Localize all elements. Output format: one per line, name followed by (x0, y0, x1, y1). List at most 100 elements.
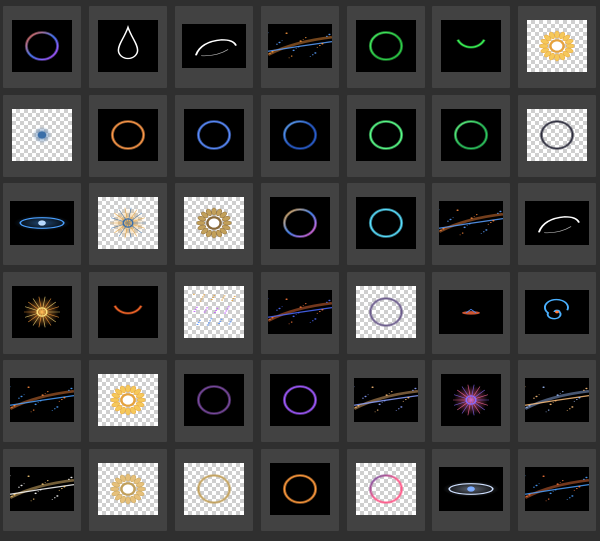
art-drop (117, 25, 139, 60)
thumbnail-cell[interactable] (347, 272, 425, 354)
thumbnail-cell[interactable] (518, 272, 596, 354)
art-flower (196, 207, 232, 239)
thumbnail-image (439, 467, 503, 511)
thumbnail-cell[interactable] (518, 6, 596, 88)
thumbnail-cell[interactable] (347, 95, 425, 177)
thumbnail-cell[interactable] (3, 272, 81, 354)
thumbnail-grid (0, 0, 600, 541)
art-orb (32, 126, 52, 144)
thumbnail-cell[interactable] (89, 272, 167, 354)
art-eye (13, 215, 71, 231)
thumbnail-cell[interactable] (518, 360, 596, 442)
thumbnail-cell[interactable] (432, 449, 510, 531)
thumbnail-image (525, 467, 589, 511)
thumbnail-cell[interactable] (3, 360, 81, 442)
art-flower (539, 30, 575, 62)
thumbnail-cell[interactable] (432, 272, 510, 354)
thumbnail-image (525, 378, 589, 422)
streak-effect-icon (525, 475, 589, 502)
thumbnail-image (98, 20, 158, 72)
thumbnail-cell[interactable] (261, 183, 339, 265)
spiral-effect-icon (543, 298, 569, 320)
thumbnail-image (356, 463, 416, 515)
thumbnail-image (441, 374, 501, 426)
thumbnail-cell[interactable] (432, 6, 510, 88)
thumbnail-cell[interactable] (347, 6, 425, 88)
ring-effect-icon (368, 31, 404, 61)
art-ring (368, 297, 404, 327)
thumbnail-cell[interactable] (175, 6, 253, 88)
thumbnail-cell[interactable] (3, 449, 81, 531)
eye-effect-icon (13, 215, 71, 231)
art-ring (539, 120, 575, 150)
ring-effect-icon (282, 474, 318, 504)
art-streak (268, 298, 332, 325)
art-ring (368, 120, 404, 150)
thumbnail-cell[interactable] (3, 183, 81, 265)
thumbnail-cell[interactable] (261, 95, 339, 177)
eye-effect-icon (442, 481, 500, 497)
thumbnail-cell[interactable] (518, 449, 596, 531)
art-streak (10, 386, 74, 413)
art-ring (282, 208, 318, 238)
art-eye (442, 481, 500, 497)
thumbnail-cell[interactable] (518, 183, 596, 265)
thumbnail-cell[interactable] (261, 360, 339, 442)
thumbnail-cell[interactable] (175, 183, 253, 265)
thumbnail-cell[interactable] (89, 6, 167, 88)
art-arc (113, 305, 143, 315)
thumbnail-cell[interactable] (175, 272, 253, 354)
thumbnail-image (356, 109, 416, 161)
art-ring (196, 474, 232, 504)
thumbnail-image (10, 467, 74, 511)
thumbnail-cell[interactable] (175, 360, 253, 442)
ring-effect-icon (196, 474, 232, 504)
thumbnail-cell[interactable] (432, 183, 510, 265)
art-ring (368, 208, 404, 238)
thumbnail-cell[interactable] (175, 449, 253, 531)
thumbnail-image (98, 197, 158, 249)
art-ring (196, 120, 232, 150)
thumbnail-image (268, 24, 332, 68)
thumbnail-cell[interactable] (347, 449, 425, 531)
thumbnail-image (182, 24, 246, 68)
thumbnail-cell[interactable] (432, 360, 510, 442)
burst-effect-icon (453, 384, 489, 416)
thumbnail-image (525, 290, 589, 334)
art-ring (110, 120, 146, 150)
ring-effect-icon (282, 208, 318, 238)
thumbnail-cell[interactable] (175, 95, 253, 177)
thumbnail-cell[interactable] (89, 183, 167, 265)
streak-effect-icon (10, 386, 74, 413)
flower-effect-icon (196, 207, 232, 239)
thumbnail-cell[interactable] (3, 95, 81, 177)
thumbnail-cell[interactable] (89, 360, 167, 442)
art-spark (462, 308, 480, 315)
ring-effect-icon (368, 297, 404, 327)
thumbnail-cell[interactable] (347, 360, 425, 442)
thumbnail-image (356, 286, 416, 338)
art-burst (24, 296, 60, 328)
confetti-effect-icon (193, 293, 236, 326)
thumbnail-image (441, 20, 501, 72)
thumbnail-cell[interactable] (89, 95, 167, 177)
thumbnail-cell[interactable] (261, 6, 339, 88)
thumbnail-image (12, 20, 72, 72)
art-streak (525, 386, 589, 413)
thumbnail-image (98, 109, 158, 161)
thumbnail-cell[interactable] (518, 95, 596, 177)
thumbnail-image (356, 197, 416, 249)
thumbnail-cell[interactable] (89, 449, 167, 531)
thumbnail-cell[interactable] (261, 449, 339, 531)
art-streak (439, 209, 503, 236)
swoosh-effect-icon (538, 216, 580, 234)
art-streak (525, 475, 589, 502)
thumbnail-cell[interactable] (432, 95, 510, 177)
thumbnail-cell[interactable] (261, 272, 339, 354)
thumbnail-image (525, 201, 589, 245)
thumbnail-cell[interactable] (347, 183, 425, 265)
ring-effect-icon (282, 120, 318, 150)
streak-effect-icon (10, 475, 74, 502)
thumbnail-cell[interactable] (3, 6, 81, 88)
art-confetti (193, 293, 236, 326)
